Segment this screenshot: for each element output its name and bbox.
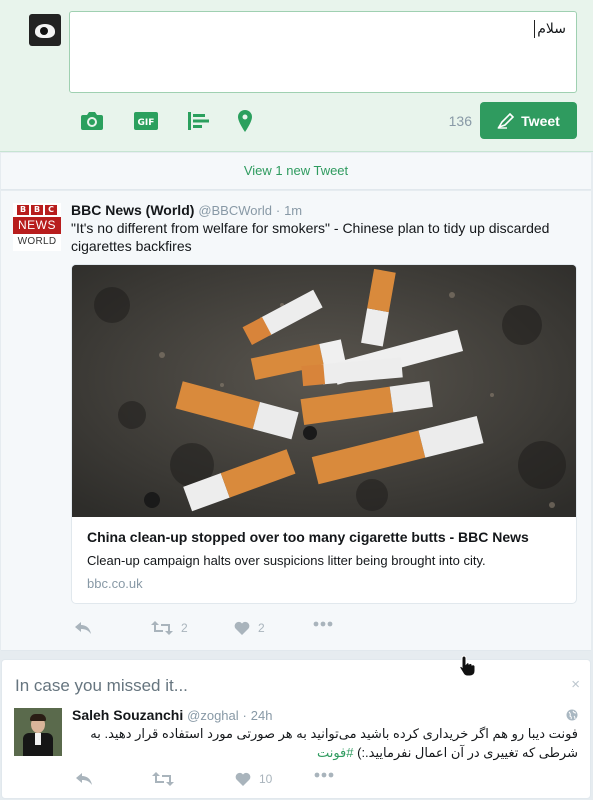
icymi-author-name[interactable]: Saleh Souzanchi: [72, 707, 183, 723]
tweet-input-text[interactable]: سلام: [537, 20, 566, 36]
location-icon[interactable]: [233, 110, 257, 132]
bbc-block: C: [45, 205, 57, 215]
avatar-shirt: [35, 733, 41, 745]
avatar-hair: [30, 714, 46, 721]
cigarette-butts-photo: [72, 265, 576, 517]
tweet-author-handle[interactable]: @BBCWorld: [198, 203, 272, 218]
tweet-author-name[interactable]: BBC News (World): [71, 202, 194, 218]
card-domain: bbc.co.uk: [87, 576, 143, 591]
more-button[interactable]: [313, 621, 333, 627]
character-counter: 136: [448, 113, 472, 129]
like-count: 10: [259, 772, 273, 786]
like-button[interactable]: 2: [234, 621, 265, 635]
retweet-icon: [151, 621, 173, 635]
tweet-button-label: Tweet: [521, 112, 560, 129]
heart-icon: [235, 772, 251, 786]
bbc-news-label: NEWS: [13, 217, 61, 234]
author-avatar[interactable]: [14, 708, 62, 756]
camera-icon[interactable]: [80, 110, 104, 132]
more-icon: [314, 772, 334, 778]
tweet-text: "It's no different from welfare for smok…: [71, 220, 550, 254]
new-tweets-bar[interactable]: View 1 new Tweet: [1, 153, 591, 190]
compose-icon: [497, 112, 515, 129]
retweet-button[interactable]: [152, 772, 174, 786]
retweet-icon: [152, 772, 174, 786]
gif-icon[interactable]: GIF: [134, 110, 158, 132]
stream-tweet[interactable]: B B C NEWS WORLD BBC News (World) @BBCWo…: [1, 191, 591, 651]
retweet-count: 2: [181, 621, 188, 635]
bbc-blocks: B B C: [17, 205, 57, 215]
icymi-timestamp[interactable]: 24h: [251, 708, 273, 723]
text-caret: [534, 20, 536, 39]
retweet-button[interactable]: 2: [151, 621, 188, 635]
tweet-timestamp[interactable]: 1m: [284, 203, 302, 218]
close-icon[interactable]: ×: [571, 676, 580, 693]
icymi-title: In case you missed it...: [15, 676, 188, 695]
like-button[interactable]: 10: [235, 772, 272, 786]
link-card[interactable]: China clean-up stopped over too many cig…: [71, 264, 577, 604]
icymi-module: In case you missed it... × Saleh Souzanc…: [1, 659, 591, 799]
card-description: Clean-up campaign halts over suspicions …: [87, 553, 486, 568]
bbc-world-label: WORLD: [17, 236, 57, 247]
icymi-actions: 10: [72, 772, 372, 792]
bbc-block: B: [31, 205, 43, 215]
tweet-button[interactable]: Tweet: [480, 102, 577, 139]
reply-icon: [76, 773, 92, 785]
hashtag-link[interactable]: #فونت: [317, 745, 354, 760]
hand-cursor-icon: [459, 655, 477, 682]
heart-icon: [234, 621, 250, 635]
icymi-author-handle[interactable]: @zoghal: [187, 708, 239, 723]
reply-button[interactable]: [75, 772, 93, 786]
reply-button[interactable]: [74, 621, 92, 635]
more-icon: [313, 621, 333, 627]
icymi-tweet-header: Saleh Souzanchi @zoghal · 24h: [72, 707, 272, 723]
svg-text:GIF: GIF: [138, 118, 155, 128]
avatar-eye: [40, 27, 48, 35]
like-count: 2: [258, 621, 265, 635]
user-avatar[interactable]: [29, 14, 61, 46]
bbc-block: B: [17, 205, 29, 215]
tweet-header: BBC News (World) @BBCWorld · 1m: [71, 202, 302, 218]
tweet-actions: 2 2: [71, 621, 371, 641]
reply-icon: [75, 622, 91, 634]
tweet-input[interactable]: سلام: [69, 11, 577, 93]
more-button[interactable]: [314, 772, 334, 778]
card-image[interactable]: [72, 265, 576, 517]
icymi-tweet-text: فونت دیبا رو هم اگر خریداری کرده باشید م…: [72, 724, 578, 762]
poll-icon[interactable]: [187, 110, 211, 132]
separator-dot: ·: [242, 708, 247, 723]
separator-dot: ·: [275, 203, 281, 218]
card-title[interactable]: China clean-up stopped over too many cig…: [87, 529, 529, 545]
bbc-avatar[interactable]: B B C NEWS WORLD: [13, 203, 61, 251]
tweet-composer: سلام GIF 136 Tweet: [0, 0, 593, 152]
